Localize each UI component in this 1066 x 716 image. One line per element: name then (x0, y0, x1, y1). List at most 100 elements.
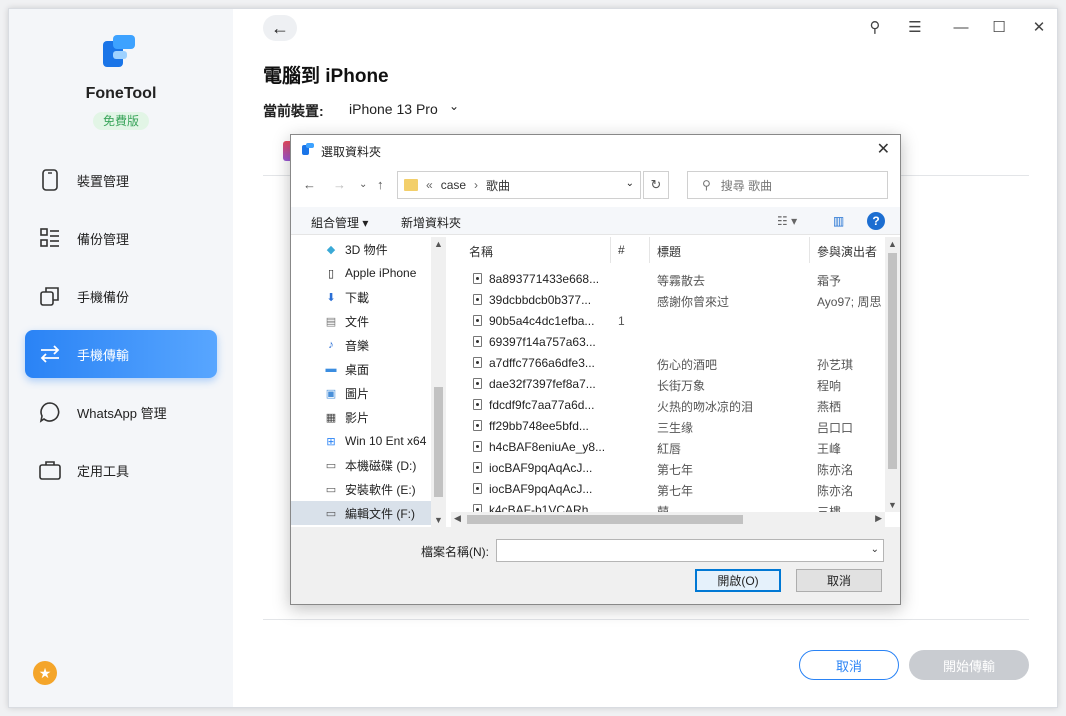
nav-up-icon[interactable]: ↑ (377, 177, 384, 192)
close-icon[interactable]: ✕ (1029, 17, 1049, 37)
toolbox-icon (39, 459, 61, 481)
file-row[interactable]: h4cBAF8eniuAe_y8... 紅唇 王峰 (451, 437, 885, 458)
tree-item-label: 文件 (345, 314, 370, 329)
file-row[interactable]: ff29bb748ee5bfd... 三生缘 吕口口 (451, 416, 885, 437)
file-list-hscrollbar[interactable]: ◀ ▶ (451, 512, 885, 527)
tree-item-pictures[interactable]: ▣ 圖片 (291, 381, 431, 405)
minimize-icon[interactable]: — (951, 17, 971, 37)
file-artist: 孙艺琪 (817, 358, 854, 372)
tree-item-drive-f[interactable]: ▭ 編輯文件 (F:) (291, 501, 431, 525)
file-row[interactable]: 90b5a4c4dc1efba... 1 (451, 311, 885, 332)
cancel-button[interactable]: 取消 (799, 650, 899, 680)
tree-item-drive-e[interactable]: ▭ 安裝軟件 (E:) (291, 477, 431, 501)
chevron-down-icon[interactable]: ▼ (888, 500, 897, 510)
breadcrumb-songs[interactable]: 歌曲 (486, 177, 510, 194)
search-input[interactable]: ⚲ 搜尋 歌曲 (687, 171, 888, 199)
column-divider[interactable] (809, 237, 810, 263)
menu-icon[interactable]: ☰ (905, 17, 925, 37)
search-icon: ⚲ (702, 178, 711, 192)
file-row[interactable]: 8a893771433e668... 等霧散去 霜予 (451, 269, 885, 290)
file-artist: 三樓 (817, 505, 842, 512)
page-title: 電腦到 iPhone (263, 66, 389, 87)
column-title[interactable]: 標題 (657, 243, 681, 260)
chevron-right-icon[interactable]: ▶ (875, 513, 882, 524)
star-rating-icon[interactable]: ★ (33, 661, 57, 685)
file-name: 69397f14a757a63... (489, 335, 596, 349)
file-row[interactable]: 69397f14a757a63... (451, 332, 885, 353)
file-row[interactable]: 39dcbbdcb0b377... 感謝你曾來过 Ayo97; 周思 (451, 290, 885, 311)
audio-file-icon (473, 420, 482, 431)
chevron-up-icon[interactable]: ▲ (434, 239, 443, 249)
chevron-left-icon[interactable]: ◀ (454, 513, 461, 524)
help-icon[interactable]: ? (867, 212, 885, 230)
nav-forward-icon[interactable]: → (333, 177, 346, 192)
chevron-down-icon[interactable]: ⌄ (359, 179, 367, 190)
tree-item-desktop[interactable]: ▬ 桌面 (291, 357, 431, 381)
new-folder-button[interactable]: 新增資料夾 (401, 214, 461, 231)
file-row[interactable]: fdcdf9fc7aa77a6d... 火热的吻冰凉的泪 燕栖 (451, 395, 885, 416)
start-transfer-button[interactable]: 開始傳輸 (909, 650, 1029, 680)
sidebar-item-whatsapp[interactable]: WhatsApp 管理 (25, 388, 217, 436)
view-options-icon[interactable]: ☷ ▾ (777, 214, 797, 228)
nav-back-icon[interactable]: ← (303, 177, 316, 192)
sidebar-item-tools[interactable]: 定用工具 (25, 446, 217, 494)
file-row[interactable]: iocBAF9pqAqAcJ... 第七年 陈亦洺 (451, 479, 885, 500)
filename-input[interactable]: ⌄ (496, 539, 884, 562)
column-divider[interactable] (610, 237, 611, 263)
refresh-icon[interactable]: ↻ (643, 171, 669, 199)
column-name[interactable]: 名稱 (469, 243, 493, 260)
preview-pane-icon[interactable]: ▥ (833, 214, 844, 228)
chevron-up-icon[interactable]: ▲ (888, 239, 897, 249)
tree-item-downloads[interactable]: ⬇ 下載 (291, 285, 431, 309)
maximize-icon[interactable]: ☐ (989, 17, 1009, 37)
windows-drive-icon: ⊞ (326, 435, 336, 448)
column-artist[interactable]: 參與演出者 (817, 243, 877, 260)
file-list-scrollbar[interactable]: ▲ ▼ (885, 237, 900, 512)
file-name: h4cBAF8eniuAe_y8... (489, 440, 606, 454)
file-row[interactable]: k4cBAF-b1VCARh... 囍 三樓 (451, 500, 885, 512)
file-title: 三生缘 (657, 421, 694, 435)
sidebar-item-device-management[interactable]: 裝置管理 (25, 156, 217, 204)
tree-item-3d-objects[interactable]: ◆ 3D 物件 (291, 237, 431, 261)
open-button[interactable]: 開啟(O) (695, 569, 781, 592)
organize-button[interactable]: 組合管理 ▾ (311, 214, 368, 231)
breadcrumb-case[interactable]: case (441, 178, 466, 192)
tree-item-label: 3D 物件 (345, 242, 388, 257)
sidebar-item-phone-backup[interactable]: 手機備份 (25, 272, 217, 320)
sidebar-item-label: 定用工具 (77, 463, 130, 479)
chevron-down-icon[interactable]: ⌄ (871, 544, 879, 555)
column-divider[interactable] (649, 237, 650, 263)
sidebar-item-phone-transfer[interactable]: 手機傳輸 (25, 330, 217, 378)
tree-item-label: Apple iPhone (345, 266, 417, 280)
sidebar-item-backup-management[interactable]: 備份管理 (25, 214, 217, 262)
scroll-thumb[interactable] (467, 515, 743, 524)
file-row[interactable]: a7dffc7766a6dfe3... 伤心的酒吧 孙艺琪 (451, 353, 885, 374)
tree-scrollbar[interactable]: ▲ ▼ (431, 237, 446, 527)
tree-item-win10[interactable]: ⊞ Win 10 Ent x64 (291, 429, 431, 453)
select-folder-dialog: 選取資料夾 ✕ ← → ⌄ ↑ « case › 歌曲 ⌄ ↻ ⚲ 搜尋 歌曲 … (290, 134, 901, 605)
tree-item-documents[interactable]: ▤ 文件 (291, 309, 431, 333)
chevron-down-icon[interactable]: ⌄ (626, 178, 634, 189)
tree-item-apple-iphone[interactable]: ▯ Apple iPhone (291, 261, 431, 285)
file-artist: 陈亦洺 (817, 463, 854, 477)
video-icon: ▦ (325, 411, 337, 424)
address-bar[interactable]: « case › 歌曲 ⌄ (397, 171, 641, 199)
back-button[interactable]: ← (263, 15, 297, 41)
scroll-thumb[interactable] (434, 387, 443, 497)
file-row[interactable]: iocBAF9pqAqAcJ... 第七年 陈亦洺 (451, 458, 885, 479)
close-icon[interactable]: ✕ (877, 139, 890, 159)
chevron-down-icon[interactable]: ▼ (434, 515, 443, 525)
file-row[interactable]: dae32f7397fef8a7... 长街万象 程响 (451, 374, 885, 395)
scroll-thumb[interactable] (888, 253, 897, 469)
transfer-arrows-icon (39, 343, 61, 365)
tree-item-music[interactable]: ♪ 音樂 (291, 333, 431, 357)
file-title: 第七年 (657, 463, 694, 477)
dialog-cancel-button[interactable]: 取消 (796, 569, 882, 592)
file-artist: 霜予 (817, 274, 842, 288)
device-selector[interactable]: iPhone 13 Pro (349, 101, 438, 117)
column-number[interactable]: # (618, 243, 625, 257)
key-icon[interactable]: ⚲ (865, 17, 885, 37)
tree-item-drive-d[interactable]: ▭ 本機磁碟 (D:) (291, 453, 431, 477)
tree-item-videos[interactable]: ▦ 影片 (291, 405, 431, 429)
chevron-down-icon[interactable]: ⌄ (449, 99, 459, 113)
